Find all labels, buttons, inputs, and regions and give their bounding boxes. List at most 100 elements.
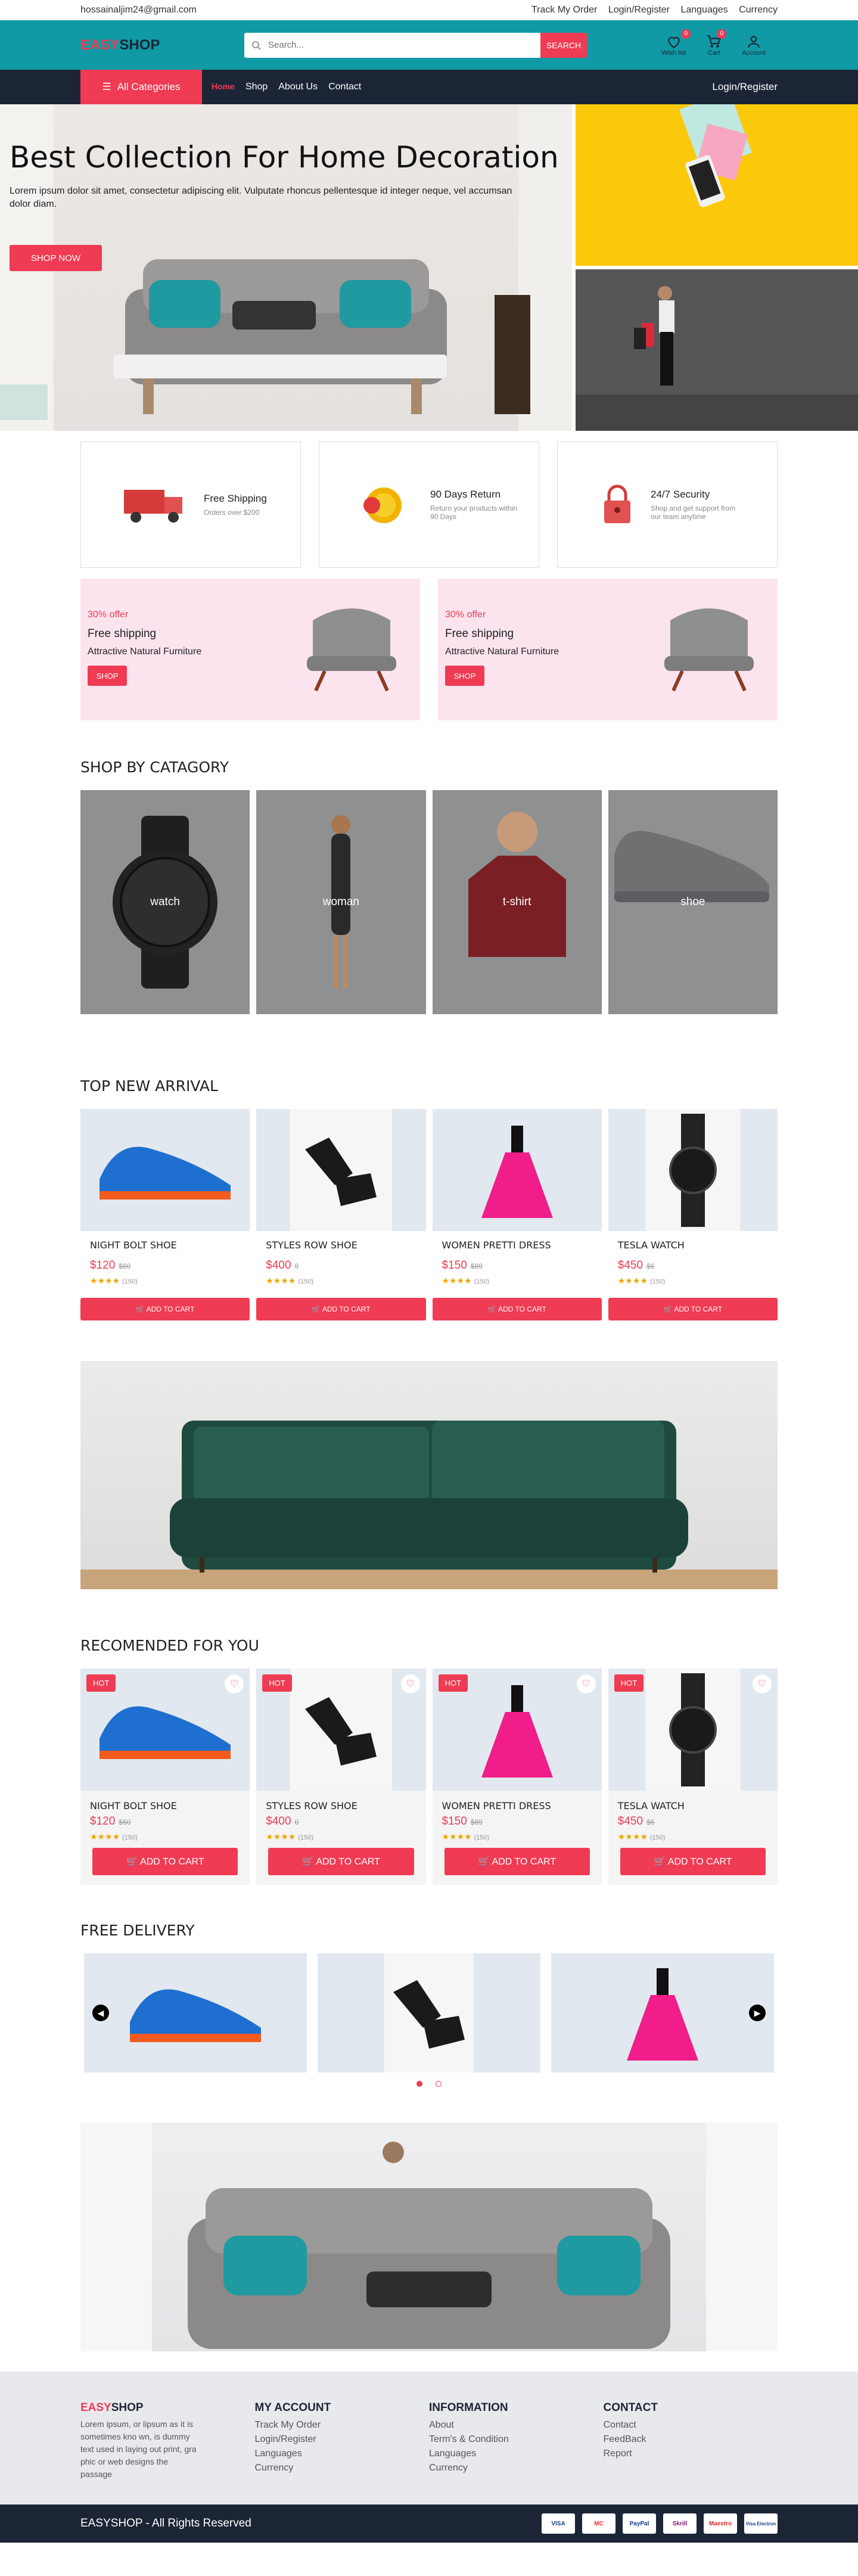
heart-icon[interactable]: ♡ xyxy=(225,1674,244,1693)
category-tshirt[interactable]: t-shirt xyxy=(432,790,602,1014)
product-card[interactable]: HOT ♡ TESLA WATCH $450 $6 ★★★★ (150) 🛒 ADD… xyxy=(608,1668,778,1885)
footer-link-about[interactable]: About xyxy=(429,2418,604,2432)
product-name[interactable]: TESLA WATCH xyxy=(618,1800,768,1811)
shop-now-button[interactable]: SHOP NOW xyxy=(10,245,102,271)
carousel-slide[interactable] xyxy=(84,1953,307,2072)
carousel-slide[interactable] xyxy=(551,1953,774,2072)
product-card[interactable]: STYLES ROW SHOE $400 0 ★★★★ (150) 🛒 ADD T… xyxy=(256,1109,426,1320)
product-card[interactable]: NIGHT BOLT SHOE $120 $60 ★★★★ (150) 🛒 ADD… xyxy=(80,1109,250,1320)
nav-about[interactable]: About Us xyxy=(278,82,318,92)
footer-link-login[interactable]: Login/Register xyxy=(255,2432,430,2447)
footer-link-contact[interactable]: Contact xyxy=(604,2418,778,2432)
product-name[interactable]: STYLES ROW SHOE xyxy=(266,1239,416,1251)
footer-link-currency[interactable]: Currency xyxy=(255,2461,430,2475)
search-input[interactable] xyxy=(268,32,540,58)
product-price: $120 $60 xyxy=(90,1815,240,1828)
product-card[interactable]: WOMEN PRETTI DRESS $150 $89 ★★★★ (150) 🛒 … xyxy=(432,1109,602,1320)
product-card[interactable]: HOT ♡ STYLES ROW SHOE $400 0 ★★★★ (150) 🛒 … xyxy=(256,1668,426,1885)
footer-link-feedback[interactable]: FeedBack xyxy=(604,2432,778,2447)
review-count: (150) xyxy=(474,1278,490,1285)
cart-icon: 🛒 xyxy=(312,1305,322,1313)
add-to-cart-button[interactable]: 🛒 ADD TO CART xyxy=(80,1298,250,1320)
currency-link[interactable]: Currency xyxy=(739,5,778,15)
product-card[interactable]: HOT ♡ WOMEN PRETTI DRESS $150 $89 ★★★★ (15… xyxy=(432,1668,602,1885)
category-woman[interactable]: woman xyxy=(256,790,426,1014)
carousel-dot[interactable] xyxy=(416,2081,422,2087)
current-price: $450 xyxy=(617,1815,644,1828)
add-to-cart-button[interactable]: 🛒 ADD TO CART xyxy=(608,1298,778,1320)
heart-icon[interactable]: ♡ xyxy=(576,1674,596,1693)
product-name[interactable]: NIGHT BOLT SHOE xyxy=(90,1239,240,1251)
search-box: SEARCH xyxy=(244,32,587,58)
nav-contact[interactable]: Contact xyxy=(328,82,361,92)
search-button[interactable]: SEARCH xyxy=(540,32,587,58)
footer-link-terms[interactable]: Term's & Condition xyxy=(429,2432,604,2447)
product-card[interactable]: HOT ♡ NIGHT BOLT SHOE $120 $60 ★★★★ (150) … xyxy=(80,1668,250,1885)
carousel-dot[interactable] xyxy=(436,2081,442,2087)
add-to-cart-label: ADD TO CART xyxy=(146,1305,195,1313)
carousel-slide[interactable] xyxy=(318,1953,540,2072)
carousel-next-arrow[interactable]: ▶ xyxy=(749,2005,766,2021)
header-icons: 0 Wish list 0 Cart Account xyxy=(661,29,766,57)
product-price: $120 $60 xyxy=(90,1259,240,1272)
footer-brand-col: EASYSHOP Lorem ipsum, or lipsum as it is… xyxy=(80,2401,255,2481)
carousel-prev-arrow[interactable]: ◀ xyxy=(92,2005,109,2021)
product-rating: ★★★★ (150) xyxy=(90,1276,138,1285)
heart-icon[interactable]: ♡ xyxy=(753,1674,772,1693)
nav-shop[interactable]: Shop xyxy=(245,82,268,92)
copyright-bar: EASYSHOP - All Rights Reserved VISA MC P… xyxy=(0,2504,858,2543)
product-rating: ★★★★ (150) xyxy=(442,1832,490,1841)
product-name[interactable]: WOMEN PRETTI DRESS xyxy=(442,1800,592,1811)
nav-home[interactable]: Home xyxy=(212,82,235,92)
logo[interactable]: EASYSHOP xyxy=(80,37,244,54)
track-order-link[interactable]: Track My Order xyxy=(531,5,598,15)
footer-link-languages[interactable]: Languages xyxy=(255,2447,430,2461)
footer-info-col: INFORMATION About Term's & Condition Lan… xyxy=(429,2401,604,2481)
product-name[interactable]: NIGHT BOLT SHOE xyxy=(90,1800,240,1811)
cart-button[interactable]: 0 Cart xyxy=(706,29,727,57)
offer-shop-button[interactable]: SHOP xyxy=(445,666,484,686)
recommended-title: RECOMENDED FOR YOU xyxy=(80,1637,259,1654)
skrill-icon: Skrill xyxy=(663,2513,697,2534)
contact-email[interactable]: hossainaljim24@gmail.com xyxy=(80,5,197,15)
heart-icon[interactable]: ♡ xyxy=(400,1674,420,1693)
add-to-cart-button[interactable]: 🛒 ADD TO CART xyxy=(620,1848,766,1875)
footer-brand[interactable]: EASYSHOP xyxy=(80,2401,255,2415)
hero-side xyxy=(576,104,858,431)
footer-link-report[interactable]: Report xyxy=(604,2447,778,2461)
sofa-room-image xyxy=(80,2123,778,2351)
old-price: $60 xyxy=(119,1818,131,1826)
product-card[interactable]: TESLA WATCH $450 $6 ★★★★ (150) 🛒 ADD TO C… xyxy=(608,1109,778,1320)
product-name[interactable]: WOMEN PRETTI DRESS xyxy=(442,1239,592,1251)
product-name[interactable]: STYLES ROW SHOE xyxy=(266,1800,416,1811)
all-categories-button[interactable]: ☰ All Categories xyxy=(80,70,202,104)
recommended-grid: HOT ♡ NIGHT BOLT SHOE $120 $60 ★★★★ (150) … xyxy=(80,1668,778,1885)
footer-link-currency[interactable]: Currency xyxy=(429,2461,604,2475)
footer-link-languages[interactable]: Languages xyxy=(429,2447,604,2461)
add-to-cart-label: ADD TO CART xyxy=(667,1857,732,1867)
category-watch[interactable]: watch xyxy=(80,790,250,1014)
add-to-cart-button[interactable]: 🛒 ADD TO CART xyxy=(432,1298,602,1320)
add-to-cart-button[interactable]: 🛒 ADD TO CART xyxy=(92,1848,238,1875)
product-name[interactable]: TESLA WATCH xyxy=(618,1239,768,1251)
offer-shop-button[interactable]: SHOP xyxy=(88,666,127,686)
hot-badge: HOT xyxy=(614,1674,644,1692)
nav-login-link[interactable]: Login/Register xyxy=(712,81,778,93)
hero-title: Best Collection For Home Decoration xyxy=(10,140,559,175)
categories-grid: watch woman t-shirt shoe xyxy=(80,790,778,1014)
wishlist-button[interactable]: 0 Wish list xyxy=(661,29,691,57)
category-shoe[interactable]: shoe xyxy=(608,790,778,1014)
footer-link-track-order[interactable]: Track My Order xyxy=(255,2418,430,2432)
account-label: Account xyxy=(742,49,766,57)
add-to-cart-button[interactable]: 🛒 ADD TO CART xyxy=(268,1848,414,1875)
languages-link[interactable]: Languages xyxy=(680,5,728,15)
product-image: HOT ♡ xyxy=(80,1668,250,1791)
add-to-cart-button[interactable]: 🛒 ADD TO CART xyxy=(444,1848,590,1875)
login-register-link[interactable]: Login/Register xyxy=(608,5,670,15)
add-to-cart-button[interactable]: 🛒 ADD TO CART xyxy=(256,1298,426,1320)
account-button[interactable]: Account xyxy=(742,34,766,57)
hero-section: Best Collection For Home Decoration Lore… xyxy=(0,104,858,431)
feature-text: Return your products within 90 Days xyxy=(430,504,518,521)
search-icon xyxy=(244,33,268,58)
logo-part-a: EASY xyxy=(80,36,120,53)
